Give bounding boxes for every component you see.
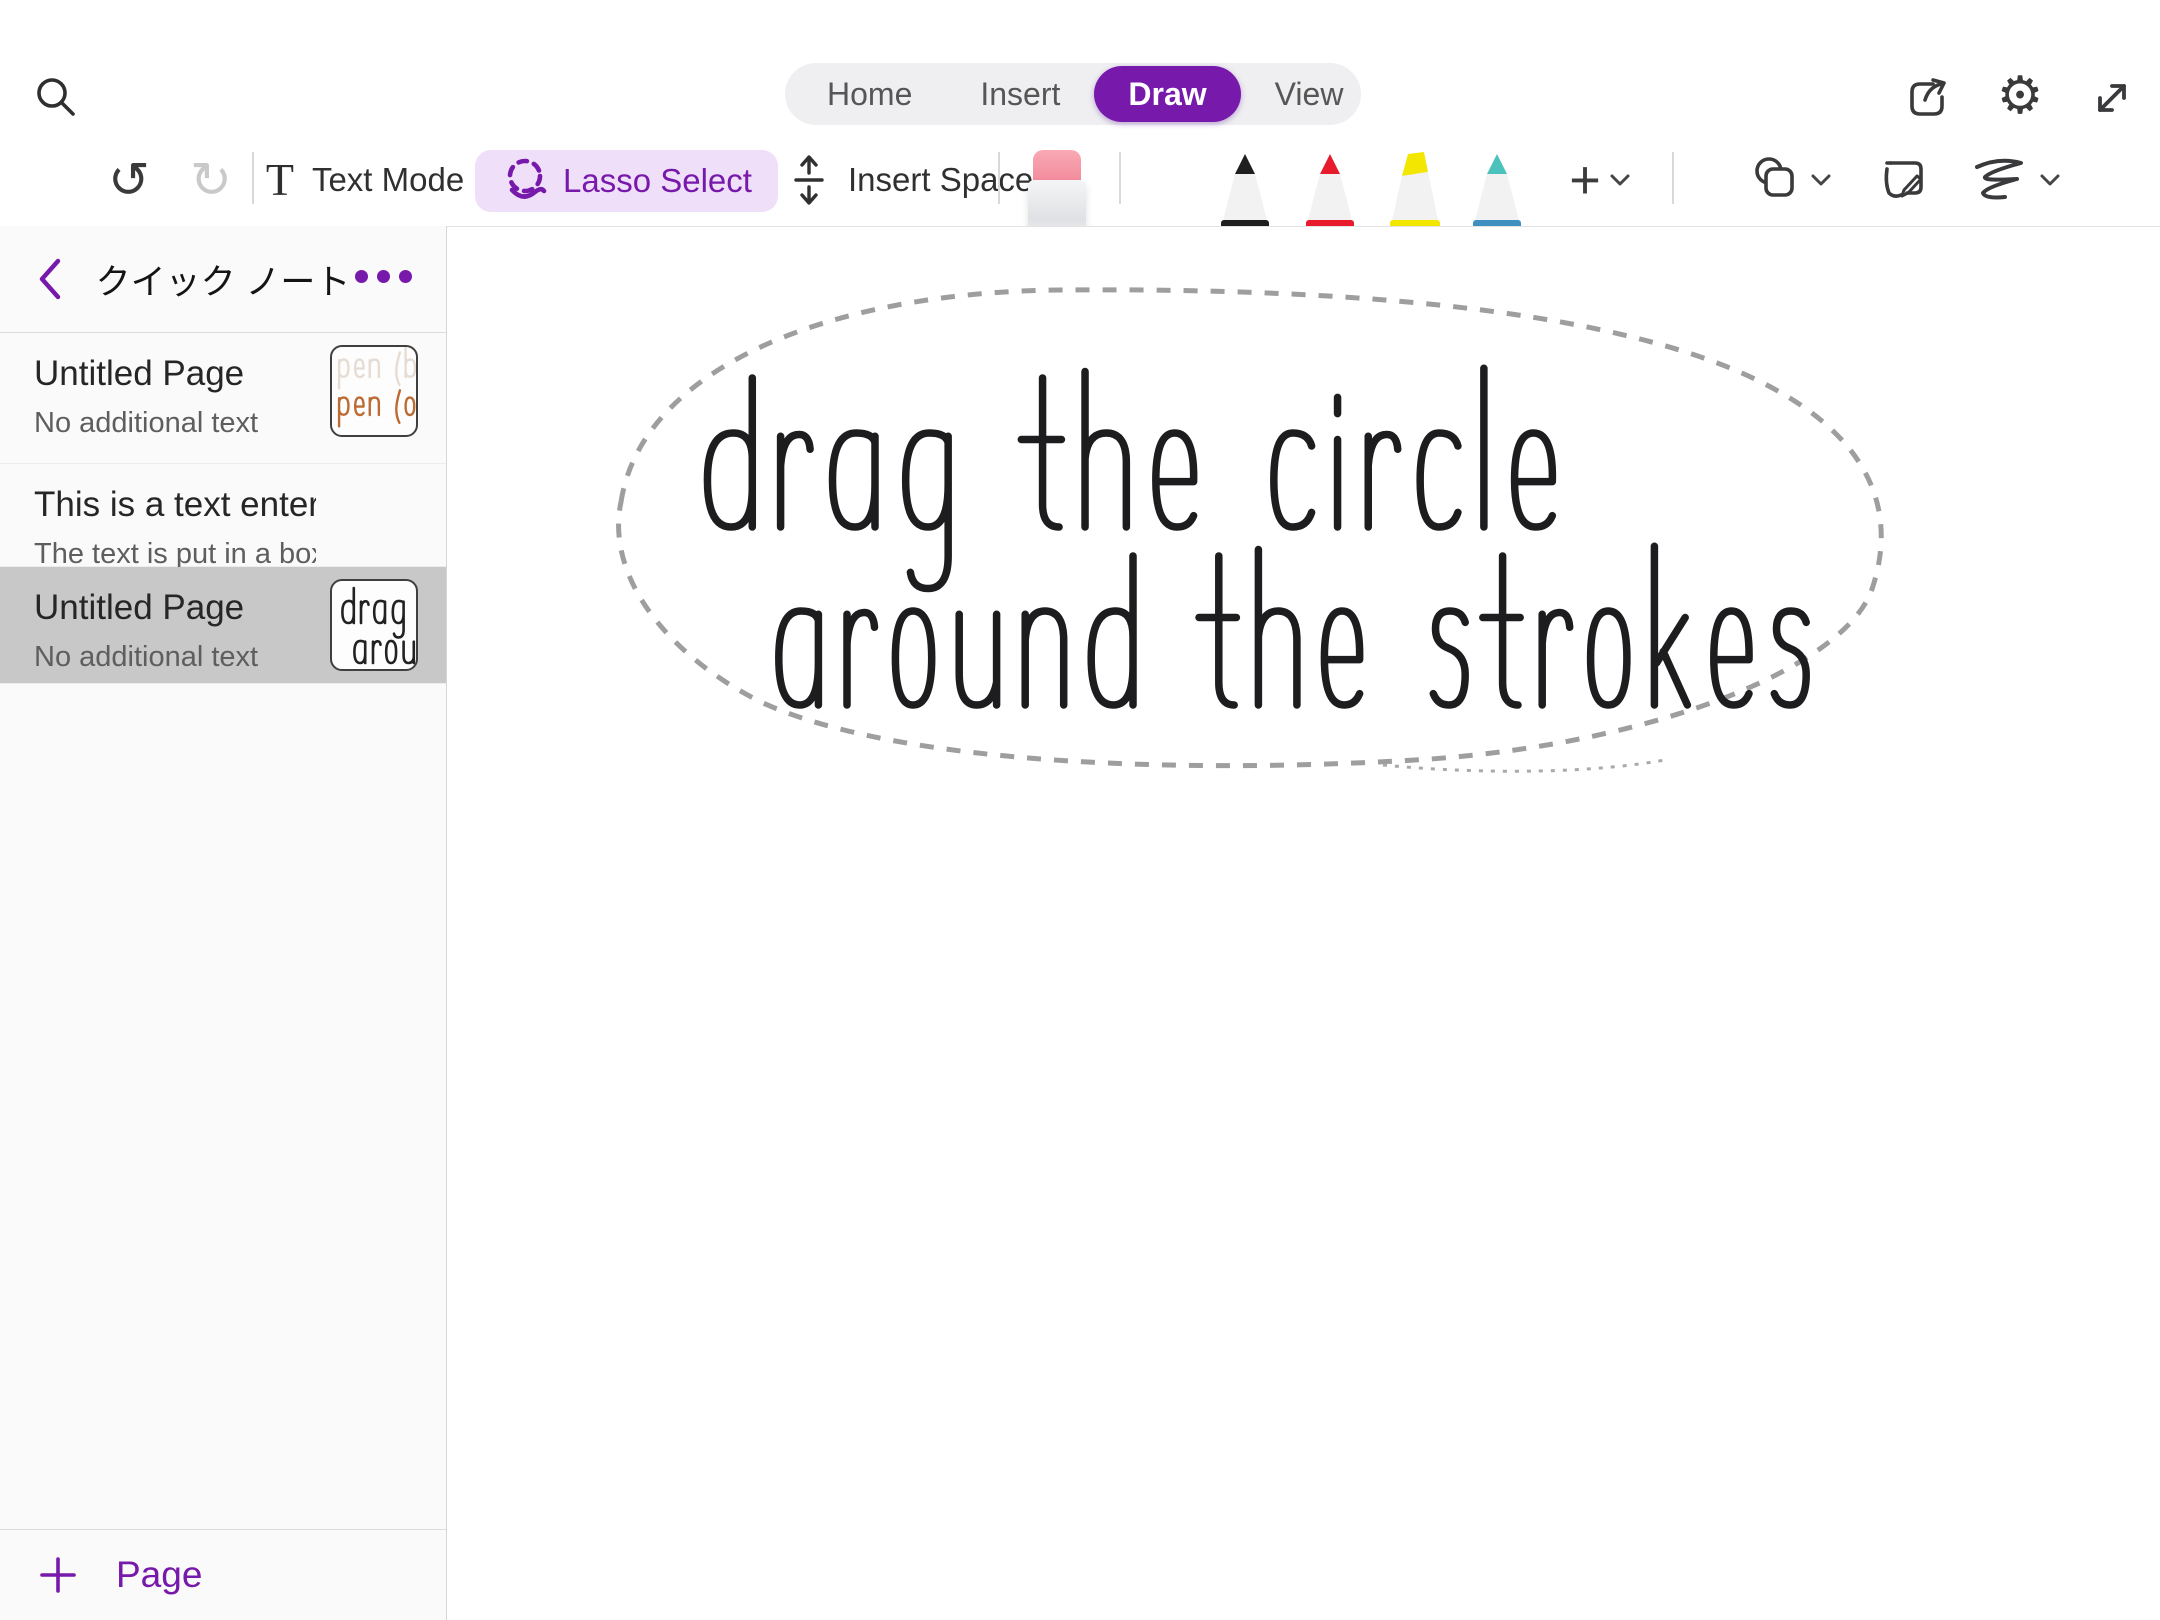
squiggle-icon bbox=[1971, 155, 2031, 205]
highlighter-tip bbox=[1402, 152, 1428, 176]
insert-space-button[interactable]: Insert Space bbox=[788, 150, 1048, 210]
page-list-item-1[interactable]: Untitled Page No additional text bbox=[0, 333, 446, 464]
pen-band bbox=[1390, 220, 1440, 227]
yellow-highlighter-tool[interactable] bbox=[1378, 148, 1448, 227]
text-mode-button[interactable]: T Text Mode bbox=[285, 152, 445, 208]
toolbar-divider bbox=[252, 152, 254, 204]
search-button[interactable] bbox=[28, 70, 84, 126]
chevron-down-icon bbox=[1810, 173, 1832, 187]
tab-view[interactable]: View bbox=[1241, 66, 1378, 122]
add-pen-button[interactable]: + bbox=[1545, 152, 1655, 208]
ink-strokes bbox=[707, 368, 1806, 705]
page-list-item-2[interactable]: This is a text entered in... The text is… bbox=[0, 464, 446, 567]
search-icon bbox=[30, 72, 82, 124]
page-title: Untitled Page bbox=[34, 585, 316, 631]
drawing-canvas[interactable] bbox=[448, 227, 2160, 1620]
ellipsis-dot bbox=[355, 270, 368, 283]
fullscreen-button[interactable] bbox=[2082, 68, 2142, 128]
add-page-button[interactable]: Page bbox=[0, 1529, 446, 1620]
lasso-icon bbox=[501, 156, 549, 206]
ellipsis-dot bbox=[377, 270, 390, 283]
pen-band bbox=[1306, 220, 1354, 227]
ink-to-text-button[interactable] bbox=[1872, 150, 1936, 210]
tab-home[interactable]: Home bbox=[793, 66, 946, 122]
page-thumbnail bbox=[330, 345, 418, 437]
lasso-overlap-dots bbox=[1383, 759, 1670, 771]
teal-pen-tool[interactable] bbox=[1462, 148, 1532, 227]
redo-button[interactable]: ↻ bbox=[180, 152, 242, 208]
undo-button[interactable]: ↺ bbox=[98, 152, 160, 208]
red-pen-tool[interactable] bbox=[1295, 148, 1365, 227]
toolbar-divider bbox=[998, 152, 1000, 204]
redo-icon: ↻ bbox=[190, 155, 232, 205]
pen-tip bbox=[1487, 154, 1507, 174]
shapes-button[interactable] bbox=[1736, 150, 1846, 210]
black-pen-tool[interactable] bbox=[1210, 148, 1280, 227]
insert-space-label: Insert Space bbox=[848, 161, 1033, 199]
chevron-down-icon bbox=[1609, 173, 1631, 187]
draw-toolbar: ↺ ↻ T Text Mode Lasso Select In bbox=[0, 130, 2160, 227]
pen-tip bbox=[1320, 154, 1340, 174]
text-mode-icon: T bbox=[266, 157, 294, 203]
onenote-app-window: Home Insert Draw View ⚙ ↺ bbox=[0, 0, 2160, 1620]
page-subtitle: No additional text bbox=[34, 641, 316, 674]
expand-icon bbox=[2085, 71, 2139, 125]
chevron-down-icon bbox=[2039, 173, 2061, 187]
share-button[interactable] bbox=[1898, 68, 1958, 128]
add-page-label: Page bbox=[116, 1554, 202, 1596]
pen-body bbox=[1308, 174, 1352, 220]
eraser-tool[interactable] bbox=[1028, 150, 1086, 227]
toolbar-divider bbox=[1672, 152, 1674, 204]
lasso-select-button[interactable]: Lasso Select bbox=[475, 150, 778, 212]
page-title: This is a text entered in... bbox=[34, 482, 316, 528]
toolbar-divider bbox=[1119, 152, 1121, 204]
pen-body bbox=[1223, 174, 1267, 220]
insert-space-icon bbox=[788, 152, 830, 208]
lasso-selection[interactable] bbox=[619, 290, 1882, 766]
note-pen-icon bbox=[1877, 153, 1931, 207]
ink-effects-button[interactable] bbox=[1956, 150, 2076, 210]
pen-tip bbox=[1235, 154, 1255, 174]
sidebar-header: クイック ノート bbox=[0, 226, 446, 333]
ribbon-tabs: Home Insert Draw View bbox=[785, 63, 1361, 125]
eraser-body bbox=[1028, 180, 1086, 227]
tab-insert[interactable]: Insert bbox=[946, 66, 1094, 122]
lasso-select-label: Lasso Select bbox=[563, 162, 752, 200]
page-subtitle: No additional text bbox=[34, 407, 316, 440]
title-bar: Home Insert Draw View ⚙ bbox=[0, 0, 2160, 130]
pen-body bbox=[1475, 174, 1519, 220]
page-list-item-3-selected[interactable]: Untitled Page No additional text bbox=[0, 567, 446, 684]
gear-icon: ⚙ bbox=[1997, 70, 2044, 122]
shapes-icon bbox=[1750, 154, 1802, 206]
page-thumbnail bbox=[330, 579, 418, 671]
plus-icon bbox=[38, 1555, 78, 1595]
undo-icon: ↺ bbox=[108, 155, 150, 205]
pen-body bbox=[1392, 172, 1438, 220]
page-list-sidebar: クイック ノート Untitled Page No additional tex… bbox=[0, 226, 447, 1620]
page-subtitle: The text is put in a box called... bbox=[34, 538, 316, 571]
pen-band bbox=[1221, 220, 1269, 227]
tab-draw[interactable]: Draw bbox=[1094, 66, 1240, 122]
text-mode-label: Text Mode bbox=[312, 161, 464, 199]
pen-band bbox=[1473, 220, 1521, 227]
share-icon bbox=[1900, 70, 1956, 126]
section-more-button[interactable] bbox=[355, 270, 412, 283]
eraser-cap bbox=[1033, 150, 1081, 184]
ellipsis-dot bbox=[399, 270, 412, 283]
plus-icon: + bbox=[1569, 153, 1601, 207]
page-title: Untitled Page bbox=[34, 351, 316, 397]
settings-button[interactable]: ⚙ bbox=[1990, 66, 2050, 126]
